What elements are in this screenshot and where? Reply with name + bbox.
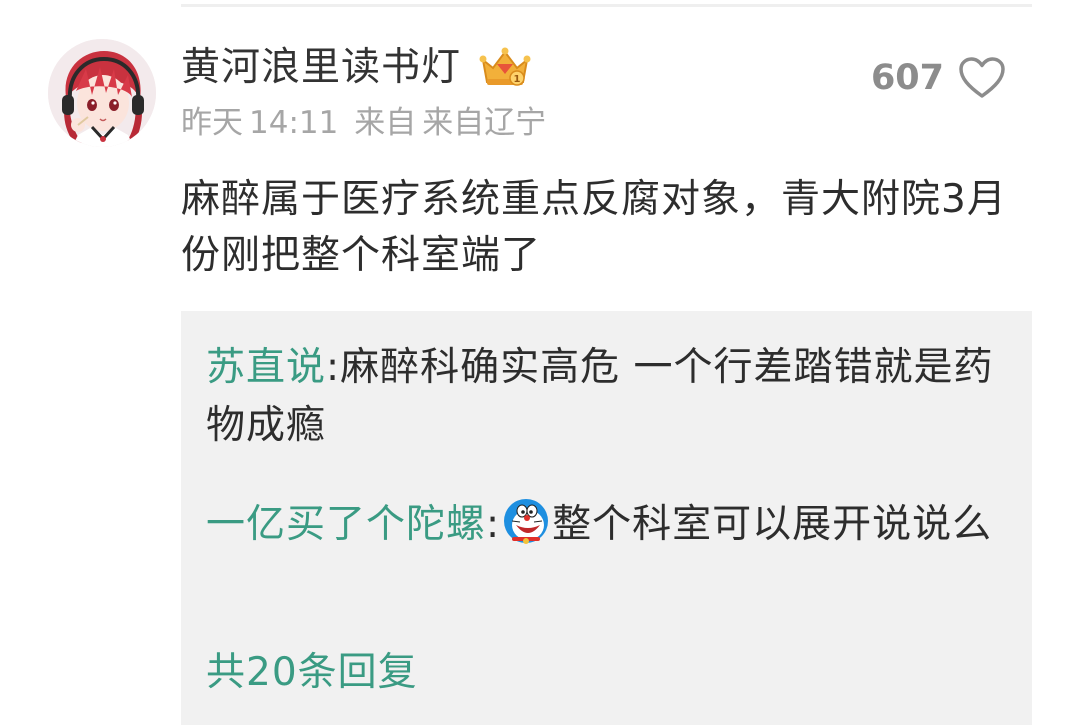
avatar[interactable] xyxy=(48,39,156,147)
reply-text: 整个科室可以展开说说么 xyxy=(552,502,993,547)
view-all-replies-link[interactable]: 共20条回复 xyxy=(206,644,418,702)
reply-separator: : xyxy=(326,345,341,390)
comment-text: 麻醉属于医疗系统重点反腐对象，青大附院3月份刚把整个科室端了 xyxy=(181,177,1007,278)
comment-location: 来自辽宁 xyxy=(422,105,547,141)
comment-meta: 昨天 14:11 来自 来自辽宁 xyxy=(181,103,552,143)
avatar-image xyxy=(48,39,156,147)
svg-text:1: 1 xyxy=(514,74,521,85)
like-count: 607 xyxy=(870,58,944,98)
comment-time: 14:11 xyxy=(249,105,339,141)
reply-author[interactable]: 苏直说 xyxy=(206,345,326,390)
reply-author[interactable]: 一亿买了个陀螺 xyxy=(206,502,486,547)
heart-icon[interactable] xyxy=(958,56,1006,100)
divider xyxy=(181,4,1032,7)
username[interactable]: 黄河浪里读书灯 xyxy=(181,40,461,96)
reply-item[interactable]: 苏直说:麻醉科确实高危 一个行差踏错就是药物成瘾 xyxy=(206,339,1016,455)
comment-date: 昨天 xyxy=(181,105,243,141)
comment-source-label: 来自 xyxy=(354,105,417,141)
like-button[interactable]: 607 xyxy=(871,52,1006,104)
username-row: 黄河浪里读书灯 1 xyxy=(181,40,533,96)
reply-separator: : xyxy=(486,502,501,547)
reply-list[interactable]: 苏直说:麻醉科确实高危 一个行差踏错就是药物成瘾 一亿买了个陀螺: 整个科室可以… xyxy=(181,311,1032,725)
doraemon-emoji-icon xyxy=(504,499,549,544)
crown-badge-icon[interactable]: 1 xyxy=(477,46,533,90)
comment-page: 黄河浪里读书灯 1 昨天 14:11 来自 来自辽宁 607 麻醉属于医疗系统重点反… xyxy=(0,0,1080,725)
reply-item[interactable]: 一亿买了个陀螺: 整个科室可以展开说说么 xyxy=(206,496,1016,554)
